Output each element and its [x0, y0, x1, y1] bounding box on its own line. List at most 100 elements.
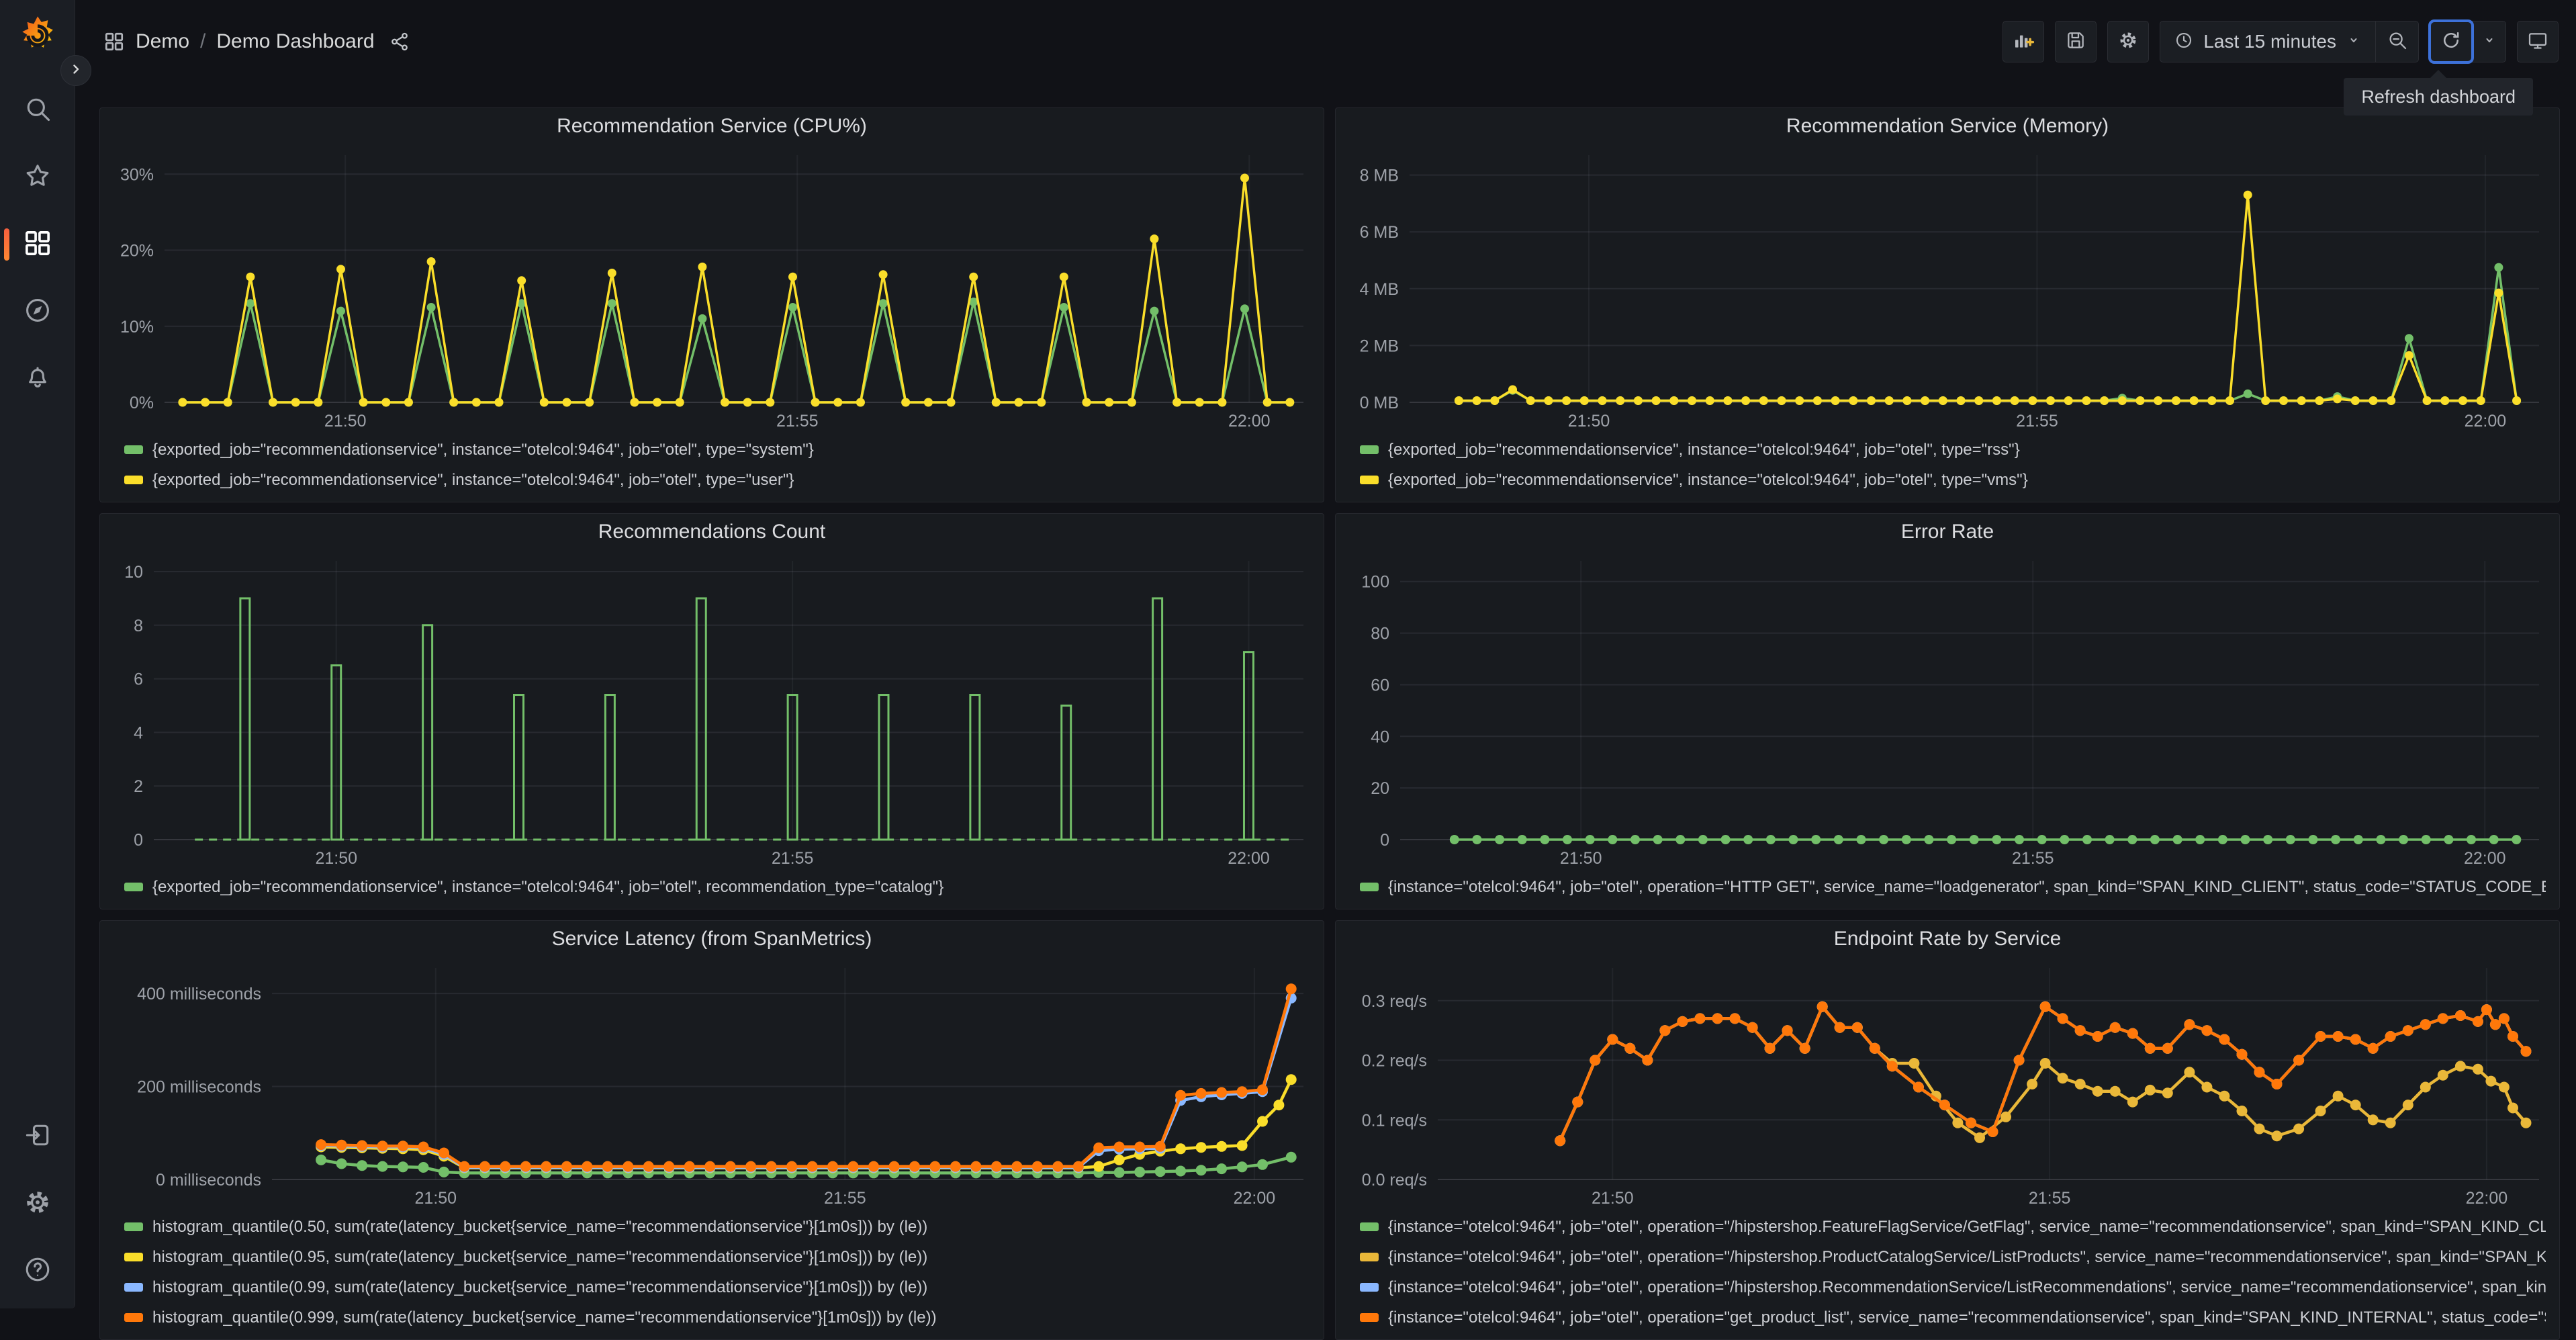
- panel-title[interactable]: Error Rate: [1336, 514, 2559, 550]
- legend-label: {exported_job="recommendationservice", i…: [1388, 470, 2028, 489]
- legend-item[interactable]: {exported_job="recommendationservice", i…: [124, 872, 1310, 902]
- svg-text:0.0 req/s: 0.0 req/s: [1362, 1171, 1427, 1190]
- legend-item[interactable]: histogram_quantile(0.99, sum(rate(latenc…: [124, 1272, 1310, 1302]
- legend-item[interactable]: histogram_quantile(0.95, sum(rate(latenc…: [124, 1242, 1310, 1272]
- chart-error-rate[interactable]: 100 80 60 40 20 0 21:50 21:55 22:00: [1336, 550, 2559, 870]
- time-range-control: Last 15 minutes: [2160, 21, 2419, 62]
- sidebar-item-settings[interactable]: [12, 1178, 63, 1229]
- panel-title[interactable]: Recommendations Count: [100, 514, 1324, 550]
- legend-swatch: [1360, 1222, 1379, 1231]
- settings-gear-icon: [23, 1188, 52, 1220]
- legend-item[interactable]: {instance="otelcol:9464", job="otel", op…: [1360, 1212, 2546, 1242]
- svg-text:6: 6: [134, 670, 143, 689]
- sidebar-item-explore[interactable]: [12, 286, 63, 337]
- legend-swatch: [124, 1222, 143, 1231]
- sidebar-item-help[interactable]: [12, 1245, 63, 1296]
- legend-label: histogram_quantile(0.999, sum(rate(laten…: [152, 1308, 937, 1327]
- legend-item[interactable]: {exported_job="recommendationservice", i…: [1360, 435, 2546, 465]
- svg-text:40: 40: [1371, 727, 1389, 746]
- sidebar-expand-button[interactable]: [60, 55, 91, 86]
- chart-service-latency[interactable]: 400 milliseconds 200 milliseconds 0 millis…: [100, 957, 1324, 1210]
- sidebar-nav-bottom: [12, 1111, 63, 1296]
- legend-item[interactable]: {instance="otelcol:9464", job="otel", op…: [1360, 872, 2546, 902]
- refresh-dashboard-button[interactable]: [2428, 19, 2474, 64]
- refresh-split-button: [2428, 19, 2506, 64]
- chevron-down-icon: [2346, 32, 2362, 52]
- panel-endpoint-rate: Endpoint Rate by Service 0.3 req/s 0.2 req…: [1335, 920, 2560, 1340]
- svg-text:0: 0: [1380, 831, 1389, 850]
- panel-title[interactable]: Recommendation Service (CPU%): [100, 108, 1324, 144]
- svg-text:10: 10: [124, 563, 143, 582]
- add-panel-button[interactable]: [2003, 21, 2045, 62]
- svg-text:6 MB: 6 MB: [1360, 223, 1399, 242]
- sidebar: [0, 0, 75, 1308]
- panel-title[interactable]: Recommendation Service (Memory): [1336, 108, 2559, 144]
- legend-item[interactable]: {exported_job="recommendationservice", i…: [124, 435, 1310, 465]
- legend-label: {exported_job="recommendationservice", i…: [1388, 440, 2020, 459]
- legend-swatch: [124, 1253, 143, 1261]
- zoom-out-time-button[interactable]: [2375, 21, 2418, 62]
- legend-swatch: [124, 1313, 143, 1322]
- legend-item[interactable]: {instance="otelcol:9464", job="otel", op…: [1360, 1242, 2546, 1272]
- legend-swatch: [1360, 1253, 1379, 1261]
- sidebar-item-sign-in[interactable]: [12, 1111, 63, 1162]
- clock-icon: [2174, 30, 2194, 54]
- cycle-view-button[interactable]: [2517, 21, 2559, 62]
- legend-item[interactable]: {instance="otelcol:9464", job="otel", op…: [1360, 1272, 2546, 1302]
- breadcrumb-section[interactable]: Demo: [136, 30, 189, 53]
- refresh-interval-picker[interactable]: [2473, 21, 2506, 62]
- time-range-picker[interactable]: Last 15 minutes: [2160, 21, 2375, 62]
- legend-swatch: [1360, 883, 1379, 891]
- legend-item[interactable]: {instance="otelcol:9464", job="otel", op…: [1360, 1302, 2546, 1333]
- sidebar-item-search[interactable]: [12, 85, 63, 136]
- legend-item[interactable]: histogram_quantile(0.50, sum(rate(latenc…: [124, 1212, 1310, 1242]
- panel-memory: Recommendation Service (Memory) 8 MB 6 MB 4…: [1335, 107, 2560, 502]
- legend-item[interactable]: {exported_job="recommendationservice", i…: [1360, 465, 2546, 495]
- svg-text:21:55: 21:55: [776, 412, 819, 431]
- breadcrumb-separator: /: [200, 30, 206, 52]
- legend-label: {instance="otelcol:9464", job="otel", op…: [1388, 877, 2546, 896]
- chart-cpu[interactable]: 30% 20% 10% 0% 21:50 21:55 22:00: [100, 144, 1324, 433]
- panel-cpu: Recommendation Service (CPU%) 30% 20% 10% 0%…: [99, 107, 1324, 502]
- dashboard-settings-button[interactable]: [2107, 21, 2150, 62]
- legend-swatch: [1360, 476, 1379, 484]
- svg-text:0.3 req/s: 0.3 req/s: [1362, 992, 1427, 1011]
- svg-text:21:50: 21:50: [324, 412, 367, 431]
- legend-item[interactable]: {exported_job="recommendationservice", i…: [124, 465, 1310, 495]
- share-dashboard-button[interactable]: [389, 32, 410, 52]
- legend-label: histogram_quantile(0.50, sum(rate(latenc…: [152, 1217, 928, 1236]
- svg-text:21:55: 21:55: [2012, 849, 2054, 868]
- svg-text:100: 100: [1361, 573, 1389, 592]
- svg-text:0: 0: [134, 831, 143, 850]
- dashboards-grid-icon: [23, 228, 52, 261]
- svg-text:8 MB: 8 MB: [1360, 167, 1399, 185]
- panel-title[interactable]: Endpoint Rate by Service: [1336, 921, 2559, 957]
- chevron-right-icon: [68, 61, 84, 81]
- legend-label: {instance="otelcol:9464", job="otel", op…: [1388, 1217, 2546, 1236]
- sidebar-item-alerting[interactable]: [12, 353, 63, 404]
- sidebar-item-starred[interactable]: [12, 152, 63, 203]
- svg-text:4: 4: [134, 723, 143, 742]
- panel-title[interactable]: Service Latency (from SpanMetrics): [100, 921, 1324, 957]
- chevron-down-icon: [2481, 32, 2497, 52]
- settings-gear-icon: [2117, 30, 2139, 54]
- legend-label: {exported_job="recommendationservice", i…: [152, 470, 794, 489]
- svg-text:0.1 req/s: 0.1 req/s: [1362, 1111, 1427, 1130]
- legend: {exported_job="recommendationservice", i…: [1336, 433, 2559, 502]
- svg-text:22:00: 22:00: [1228, 412, 1271, 431]
- save-dashboard-button[interactable]: [2055, 21, 2097, 62]
- svg-text:0 milliseconds: 0 milliseconds: [156, 1171, 261, 1190]
- legend-label: {exported_job="recommendationservice", i…: [152, 440, 814, 459]
- breadcrumb-page: Demo Dashboard: [216, 30, 375, 52]
- legend-label: histogram_quantile(0.95, sum(rate(latenc…: [152, 1247, 928, 1266]
- legend-label: {instance="otelcol:9464", job="otel", op…: [1388, 1278, 2546, 1296]
- svg-text:2: 2: [134, 777, 143, 796]
- alerting-bell-icon: [23, 363, 52, 396]
- chart-recommendations-count[interactable]: 10 8 6 4 2 0 21:50 21:55 22:00: [100, 550, 1324, 870]
- legend-item[interactable]: histogram_quantile(0.999, sum(rate(laten…: [124, 1302, 1310, 1333]
- sidebar-item-dashboards[interactable]: [3, 219, 63, 270]
- legend-swatch: [124, 1283, 143, 1292]
- grafana-logo-icon[interactable]: [15, 13, 60, 58]
- chart-memory[interactable]: 8 MB 6 MB 4 MB 2 MB 0 MB 21:50 21:55 22:00: [1336, 144, 2559, 433]
- chart-endpoint-rate[interactable]: 0.3 req/s 0.2 req/s 0.1 req/s 0.0 req/s 21:5…: [1336, 957, 2559, 1210]
